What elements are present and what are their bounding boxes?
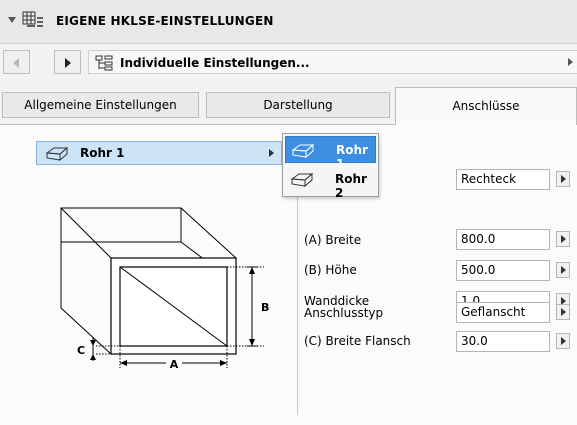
flange-width-field[interactable]: 30.0 (456, 331, 550, 352)
grid-settings-icon (22, 11, 43, 27)
connection-type-field[interactable]: Geflanscht (456, 302, 550, 323)
settings-dropdown[interactable]: Individuelle Einstellungen... (88, 50, 577, 74)
chevron-right-icon (568, 58, 573, 66)
duct-back-edge (60, 207, 182, 243)
tab-anschluesse[interactable]: Anschlüsse (395, 87, 577, 125)
dim-b-label: B (261, 301, 269, 314)
chevron-right-icon (561, 175, 566, 183)
popup-item-label: Rohr 2 (335, 172, 367, 200)
height-label: (B) Höhe (304, 263, 357, 277)
dim-b-arrow (249, 339, 255, 346)
dim-a-label: A (170, 358, 179, 371)
connection-shape-field[interactable]: Rechteck (456, 169, 550, 190)
dim-a-arrow (220, 360, 227, 366)
arrow-right-icon (65, 58, 71, 68)
settings-tree-icon (95, 55, 113, 71)
arrow-left-icon (13, 58, 19, 68)
popup-item-rohr-1[interactable]: Rohr 1 (285, 136, 376, 171)
dim-c-label: C (77, 344, 85, 357)
settings-label: Individuelle Einstellungen... (120, 56, 310, 70)
triangle-down-icon[interactable] (8, 17, 16, 23)
rohr-dropdown[interactable]: Rohr 1 (36, 141, 282, 165)
settings-nav: Individuelle Einstellungen... (0, 48, 577, 76)
connection-type-label: Anschlusstyp (304, 306, 384, 320)
duct-top-right-edge (180, 207, 237, 259)
box-3d-icon (292, 143, 314, 158)
dim-b-arrow (249, 267, 255, 274)
width-field[interactable]: 800.0 (456, 229, 550, 250)
dim-c-arrow (90, 354, 96, 360)
chevron-right-icon (269, 149, 274, 157)
chevron-right-icon (561, 235, 566, 243)
tab-darstellung[interactable]: Darstellung (206, 92, 390, 118)
prev-button[interactable] (3, 50, 30, 74)
duct-top-edge (60, 207, 112, 259)
box-3d-icon (291, 172, 313, 187)
popup-item-rohr-2[interactable]: Rohr 2 (285, 166, 376, 200)
duct-bottom-edge (60, 307, 112, 355)
width-label: (A) Breite (304, 233, 362, 247)
chevron-right-icon (561, 266, 566, 274)
panel-header[interactable]: EIGENE HKLSE-EINSTELLUNGEN (0, 0, 577, 44)
panel-title: EIGENE HKLSE-EINSTELLUNGEN (56, 14, 274, 28)
dim-a-arrow (120, 360, 127, 366)
dim-c-arrow (90, 340, 96, 346)
chevron-right-icon (561, 337, 566, 345)
rohr-dropdown-value: Rohr 1 (80, 146, 125, 160)
flange-width-button[interactable] (556, 333, 570, 349)
width-button[interactable] (556, 231, 570, 247)
connection-type-button[interactable] (556, 304, 570, 320)
height-field[interactable]: 500.0 (456, 260, 550, 281)
height-button[interactable] (556, 262, 570, 278)
connection-shape-button[interactable] (556, 171, 570, 187)
box-3d-icon (46, 146, 68, 161)
next-button[interactable] (54, 50, 81, 74)
chevron-right-icon (561, 308, 566, 316)
tab-allgemeine-einstellungen[interactable]: Allgemeine Einstellungen (2, 92, 199, 118)
duct-diagram: A B C (60, 207, 269, 371)
rohr-popup-menu: Rohr 1 Rohr 2 (282, 133, 379, 200)
flange-width-label: (C) Breite Flansch (304, 334, 411, 348)
